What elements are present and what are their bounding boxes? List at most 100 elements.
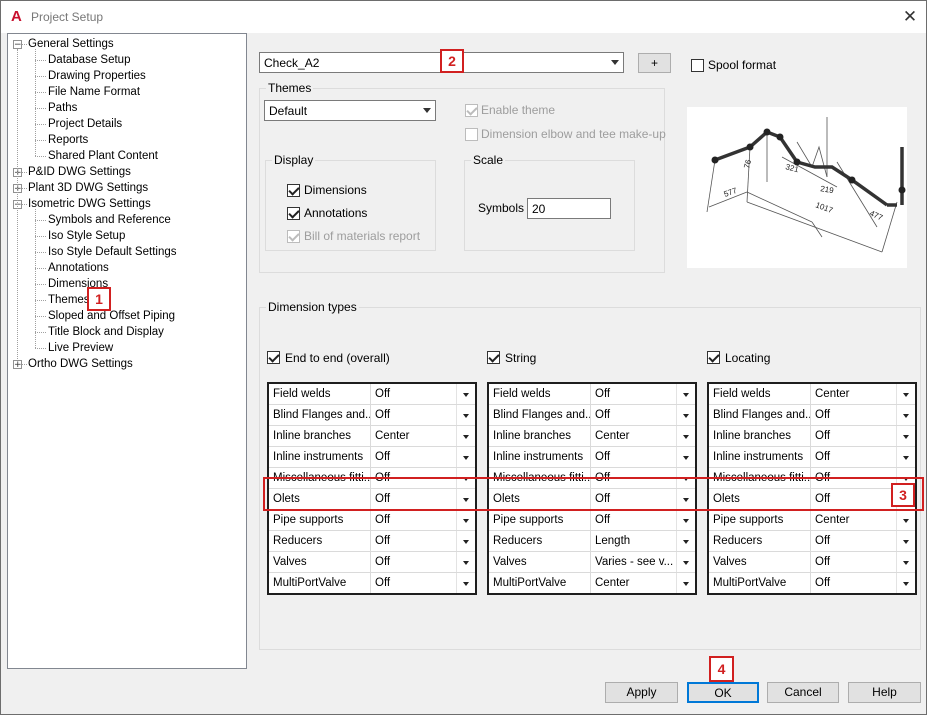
tree-item-project-details[interactable]: Project Details [48, 116, 122, 132]
tree-item-p-id-dwg-settings[interactable]: P&ID DWG Settings [28, 164, 131, 180]
row-value-dropdown[interactable]: Off [371, 447, 455, 467]
dropdown-arrow-icon[interactable] [456, 426, 475, 446]
row-value-dropdown[interactable]: Off [811, 552, 895, 572]
tree-item-iso-style-default-settings[interactable]: Iso Style Default Settings [48, 244, 176, 260]
dropdown-arrow-icon[interactable] [456, 552, 475, 572]
table-row: Inline branches Center [269, 426, 475, 447]
dropdown-arrow-icon[interactable] [456, 510, 475, 530]
add-style-button[interactable]: + [638, 53, 671, 73]
row-value-dropdown[interactable]: Off [811, 573, 895, 593]
row-value-dropdown[interactable]: Off [371, 384, 455, 404]
row-value-dropdown[interactable]: Center [811, 384, 895, 404]
tree-item-ortho-dwg-settings[interactable]: Ortho DWG Settings [28, 356, 133, 372]
display-group-label: Display [272, 153, 316, 167]
dropdown-arrow-icon[interactable] [896, 552, 915, 572]
tree-item-drawing-properties[interactable]: Drawing Properties [48, 68, 146, 84]
dimension-type-checkbox[interactable] [707, 351, 720, 364]
tree-item-label: Themes [48, 294, 90, 306]
row-value-dropdown[interactable]: Center [371, 426, 455, 446]
tree-item-title-block-and-display[interactable]: Title Block and Display [48, 324, 164, 340]
row-value-dropdown[interactable]: Off [591, 447, 675, 467]
row-value-dropdown[interactable]: Center [811, 510, 895, 530]
dropdown-arrow-icon[interactable] [456, 531, 475, 551]
help-button[interactable]: Help [848, 682, 921, 703]
dropdown-arrow-icon[interactable] [676, 531, 695, 551]
row-value-dropdown[interactable]: Off [371, 405, 455, 425]
tree-item-sloped-and-offset-piping[interactable]: Sloped and Offset Piping [48, 308, 175, 324]
tree-item-live-preview[interactable]: Live Preview [48, 340, 113, 356]
row-value-dropdown[interactable]: Off [811, 405, 895, 425]
collapse-icon[interactable]: − [13, 40, 22, 50]
tree-item-symbols-and-reference[interactable]: Symbols and Reference [48, 212, 171, 228]
dropdown-arrow-icon[interactable] [676, 573, 695, 593]
dropdown-arrow-icon[interactable] [676, 384, 695, 404]
row-value-dropdown[interactable]: Off [371, 510, 455, 530]
tree-item-annotations[interactable]: Annotations [48, 260, 109, 276]
row-value-dropdown[interactable]: Center [591, 573, 675, 593]
tree-item-themes[interactable]: Themes [48, 292, 90, 308]
row-value-dropdown[interactable]: Length [591, 531, 675, 551]
dropdown-arrow-icon[interactable] [676, 552, 695, 572]
dropdown-arrow-icon[interactable] [456, 447, 475, 467]
row-value-dropdown[interactable]: Off [811, 447, 895, 467]
dropdown-arrow-icon[interactable] [676, 510, 695, 530]
row-value-dropdown[interactable]: Off [371, 552, 455, 572]
callout-badge-1: 1 [87, 287, 111, 311]
dimension-elbow-checkbox[interactable] [465, 128, 478, 141]
row-value-dropdown[interactable]: Off [371, 573, 455, 593]
row-value-dropdown[interactable]: Off [591, 384, 675, 404]
tree-item-isometric-dwg-settings[interactable]: Isometric DWG Settings [28, 196, 151, 212]
dropdown-arrow-icon[interactable] [896, 447, 915, 467]
bom-report-checkbox[interactable] [287, 230, 300, 243]
expand-icon[interactable]: + [13, 360, 22, 370]
dropdown-arrow-icon[interactable] [456, 405, 475, 425]
row-value-dropdown[interactable]: Varies - see v... [591, 552, 675, 572]
tree-connector [35, 252, 46, 253]
tree-connector [22, 188, 27, 189]
row-value-dropdown[interactable]: Off [591, 510, 675, 530]
dropdown-arrow-icon[interactable] [676, 447, 695, 467]
dropdown-arrow-icon[interactable] [896, 510, 915, 530]
enable-theme-checkbox[interactable] [465, 104, 478, 117]
dropdown-arrow-icon[interactable] [896, 573, 915, 593]
dropdown-arrow-icon[interactable] [676, 426, 695, 446]
tree-item-shared-plant-content[interactable]: Shared Plant Content [48, 148, 158, 164]
symbols-label: Symbols [478, 201, 525, 215]
tree-item-general-settings[interactable]: General Settings [28, 36, 114, 52]
apply-button[interactable]: Apply [605, 682, 678, 703]
tree-item-label: Drawing Properties [48, 70, 146, 82]
settings-tree[interactable]: − General Settings Database Setup Drawing P… [7, 33, 247, 669]
close-button[interactable]: ✕ [899, 6, 921, 28]
row-name: Valves [269, 552, 371, 572]
dimension-type-checkbox[interactable] [487, 351, 500, 364]
row-value-dropdown[interactable]: Off [811, 531, 895, 551]
row-value-dropdown[interactable]: Off [371, 531, 455, 551]
row-value-dropdown[interactable]: Off [591, 405, 675, 425]
tree-item-database-setup[interactable]: Database Setup [48, 52, 130, 68]
row-value-dropdown[interactable]: Off [811, 426, 895, 446]
dimensions-checkbox[interactable] [287, 184, 300, 197]
dropdown-arrow-icon[interactable] [676, 405, 695, 425]
dropdown-arrow-icon[interactable] [896, 405, 915, 425]
tree-item-iso-style-setup[interactable]: Iso Style Setup [48, 228, 125, 244]
row-name: MultiPortValve [489, 573, 591, 593]
row-value-dropdown[interactable]: Center [591, 426, 675, 446]
tree-connector [35, 348, 46, 349]
dropdown-arrow-icon[interactable] [456, 384, 475, 404]
row-name: Field welds [709, 384, 811, 404]
dropdown-arrow-icon[interactable] [456, 573, 475, 593]
tree-item-paths[interactable]: Paths [48, 100, 77, 116]
dropdown-arrow-icon[interactable] [896, 426, 915, 446]
ok-button[interactable]: OK [687, 682, 759, 703]
cancel-button[interactable]: Cancel [767, 682, 839, 703]
annotations-checkbox[interactable] [287, 207, 300, 220]
tree-item-reports[interactable]: Reports [48, 132, 88, 148]
dropdown-arrow-icon[interactable] [896, 531, 915, 551]
dimension-type-checkbox[interactable] [267, 351, 280, 364]
tree-item-file-name-format[interactable]: File Name Format [48, 84, 140, 100]
spool-format-checkbox[interactable] [691, 59, 704, 72]
theme-combo[interactable]: Default [264, 100, 436, 121]
tree-item-plant-3d-dwg-settings[interactable]: Plant 3D DWG Settings [28, 180, 148, 196]
dropdown-arrow-icon[interactable] [896, 384, 915, 404]
symbols-scale-input[interactable]: 20 [527, 198, 611, 219]
